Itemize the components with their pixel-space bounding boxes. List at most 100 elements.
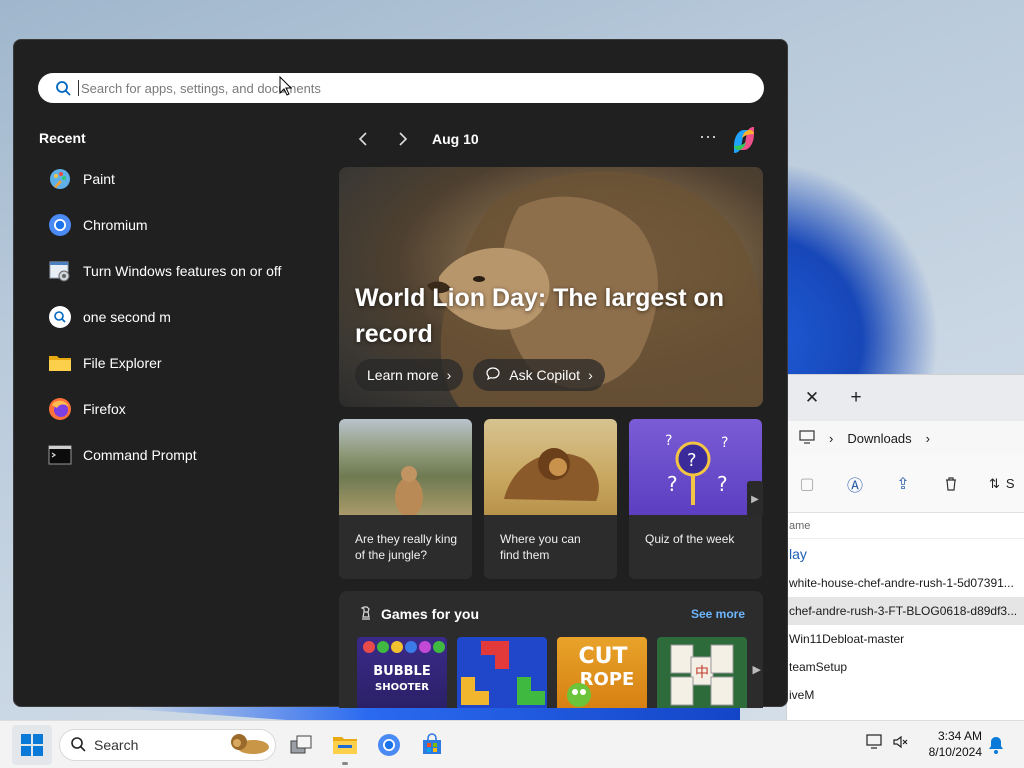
game-tile[interactable]: BUBBLE SHOOTER xyxy=(357,637,447,708)
see-more-link[interactable]: See more xyxy=(691,607,745,621)
rename-icon[interactable]: Ⓐ xyxy=(845,474,865,495)
hero-title: World Lion Day: The largest on record xyxy=(355,284,725,348)
file-row[interactable]: white-house-chef-andre-rush-1-5d07391... xyxy=(787,569,1024,597)
explorer-toolbar: ▢ Ⓐ ⇪ ⇅ S xyxy=(787,455,1024,513)
file-row[interactable]: Win11Debloat-master xyxy=(787,625,1024,653)
story-card[interactable]: ????? Quiz of the week xyxy=(629,419,762,579)
chevron-right-icon xyxy=(399,132,408,146)
recent-list: Paint Chromium Turn Windows features on … xyxy=(47,156,327,478)
games-row: BUBBLE SHOOTER CUT ROPE 中 xyxy=(339,637,763,708)
hero-card[interactable]: World Lion Day: The largest on record Le… xyxy=(339,167,763,407)
story-card[interactable]: Where you can find them xyxy=(484,419,617,579)
paste-icon[interactable]: ▢ xyxy=(797,474,817,494)
game-tile[interactable] xyxy=(457,637,547,708)
game-tile[interactable]: 中 xyxy=(657,637,747,708)
games-next-icon[interactable]: ▶ xyxy=(753,663,761,676)
next-day-button[interactable] xyxy=(390,126,416,152)
recent-item-command-prompt[interactable]: Command Prompt xyxy=(47,432,327,478)
recent-item-search-result[interactable]: one second m xyxy=(47,294,327,340)
file-explorer-icon xyxy=(333,737,357,754)
breadcrumb-downloads[interactable]: Downloads xyxy=(847,431,911,446)
task-view-icon xyxy=(290,735,312,754)
svg-text:BUBBLE: BUBBLE xyxy=(373,664,430,679)
story-card-text: Where you can find them xyxy=(500,532,581,562)
games-title-label: Games for you xyxy=(381,606,480,622)
recent-item-label: Command Prompt xyxy=(83,447,197,463)
start-search-box[interactable] xyxy=(38,73,764,103)
svg-text:中: 中 xyxy=(695,665,709,681)
quiz-image: ????? xyxy=(629,419,762,515)
clock[interactable]: 3:34 AM 8/10/2024 xyxy=(924,728,982,760)
sort-button[interactable]: ⇅ S xyxy=(989,476,1015,492)
search-highlight-lion-icon xyxy=(227,732,271,759)
story-card[interactable]: Are they really king of the jungle? xyxy=(339,419,472,579)
recent-item-label: File Explorer xyxy=(83,355,162,371)
svg-text:CUT: CUT xyxy=(578,644,627,669)
svg-text:?: ? xyxy=(721,435,728,451)
chevron-right-icon: › xyxy=(588,367,593,383)
more-options-icon[interactable]: ··· xyxy=(695,126,721,152)
file-row[interactable]: iveM xyxy=(787,681,1024,709)
windows-logo-icon xyxy=(21,734,43,756)
delete-icon[interactable] xyxy=(941,474,961,494)
column-header-name[interactable]: ame xyxy=(787,513,1024,539)
share-icon[interactable]: ⇪ xyxy=(893,474,913,494)
game-tile[interactable]: CUT ROPE xyxy=(557,637,647,708)
search-icon xyxy=(48,73,78,103)
recent-heading: Recent xyxy=(39,130,86,146)
taskbar-search[interactable]: Search xyxy=(59,729,276,761)
new-tab-icon[interactable]: + xyxy=(845,387,867,409)
svg-text:ROPE: ROPE xyxy=(580,669,635,690)
recent-item-label: Firefox xyxy=(83,401,126,417)
learn-more-label: Learn more xyxy=(367,367,439,383)
chevron-right-icon: › xyxy=(446,367,452,383)
chat-bubble-icon xyxy=(485,366,501,385)
recent-item-label: Turn Windows features on or off xyxy=(83,263,282,279)
clock-date: 8/10/2024 xyxy=(928,745,982,759)
close-tab-icon[interactable]: ✕ xyxy=(801,388,823,408)
recent-item-windows-features[interactable]: Turn Windows features on or off xyxy=(47,248,327,294)
copilot-icon[interactable] xyxy=(728,124,760,156)
recent-item-label: Paint xyxy=(83,171,115,187)
story-cards: Are they really king of the jungle? Wher… xyxy=(339,419,763,579)
start-menu: Recent Paint Chromium Turn Windows featu… xyxy=(13,39,788,708)
start-search-input[interactable] xyxy=(78,80,738,96)
task-view-button[interactable] xyxy=(283,727,319,763)
display-icon[interactable] xyxy=(866,733,884,756)
file-explorer-window: ✕ + › Downloads › ▢ Ⓐ ⇪ ⇅ S ame lay white… xyxy=(786,374,1024,721)
svg-text:?: ? xyxy=(667,472,678,496)
chevron-right-icon: › xyxy=(925,430,931,446)
hero-actions: Learn more › Ask Copilot › xyxy=(355,359,605,391)
monitor-icon xyxy=(799,429,815,447)
chromium-icon xyxy=(378,734,400,756)
explorer-address-bar[interactable]: › Downloads › xyxy=(787,421,1024,455)
story-card-text: Are they really king of the jungle? xyxy=(355,532,458,562)
taskbar-file-explorer[interactable] xyxy=(327,727,363,765)
chess-piece-icon xyxy=(357,605,373,624)
taskbar-chromium[interactable] xyxy=(371,727,407,763)
start-button[interactable] xyxy=(12,725,52,765)
file-row[interactable]: chef-andre-rush-3-FT-BLOG0618-d89df3... xyxy=(787,597,1024,625)
recent-item-firefox[interactable]: Firefox xyxy=(47,386,327,432)
store-icon xyxy=(423,733,441,754)
cards-next-button[interactable]: ▶ xyxy=(747,481,763,517)
lion-grassland-image xyxy=(484,419,617,515)
taskbar-store[interactable] xyxy=(414,727,450,763)
previous-day-button[interactable] xyxy=(350,126,376,152)
svg-text:SHOOTER: SHOOTER xyxy=(375,682,429,693)
chromium-icon xyxy=(47,212,73,238)
volume-muted-icon[interactable] xyxy=(892,733,910,756)
savanna-lioness-image xyxy=(339,419,472,515)
sort-icon: ⇅ xyxy=(989,475,1000,491)
notification-bell-icon[interactable] xyxy=(988,736,1004,759)
explorer-tab-bar: ✕ + xyxy=(787,375,1024,421)
group-label[interactable]: lay xyxy=(787,539,1024,569)
file-explorer-icon xyxy=(47,350,73,376)
ask-copilot-button[interactable]: Ask Copilot › xyxy=(473,359,605,391)
file-row[interactable]: teamSetup xyxy=(787,653,1024,681)
recent-item-chromium[interactable]: Chromium xyxy=(47,202,327,248)
learn-more-button[interactable]: Learn more › xyxy=(355,359,464,391)
recent-item-paint[interactable]: Paint xyxy=(47,156,327,202)
recent-item-file-explorer[interactable]: File Explorer xyxy=(47,340,327,386)
taskbar-search-label: Search xyxy=(94,737,139,753)
